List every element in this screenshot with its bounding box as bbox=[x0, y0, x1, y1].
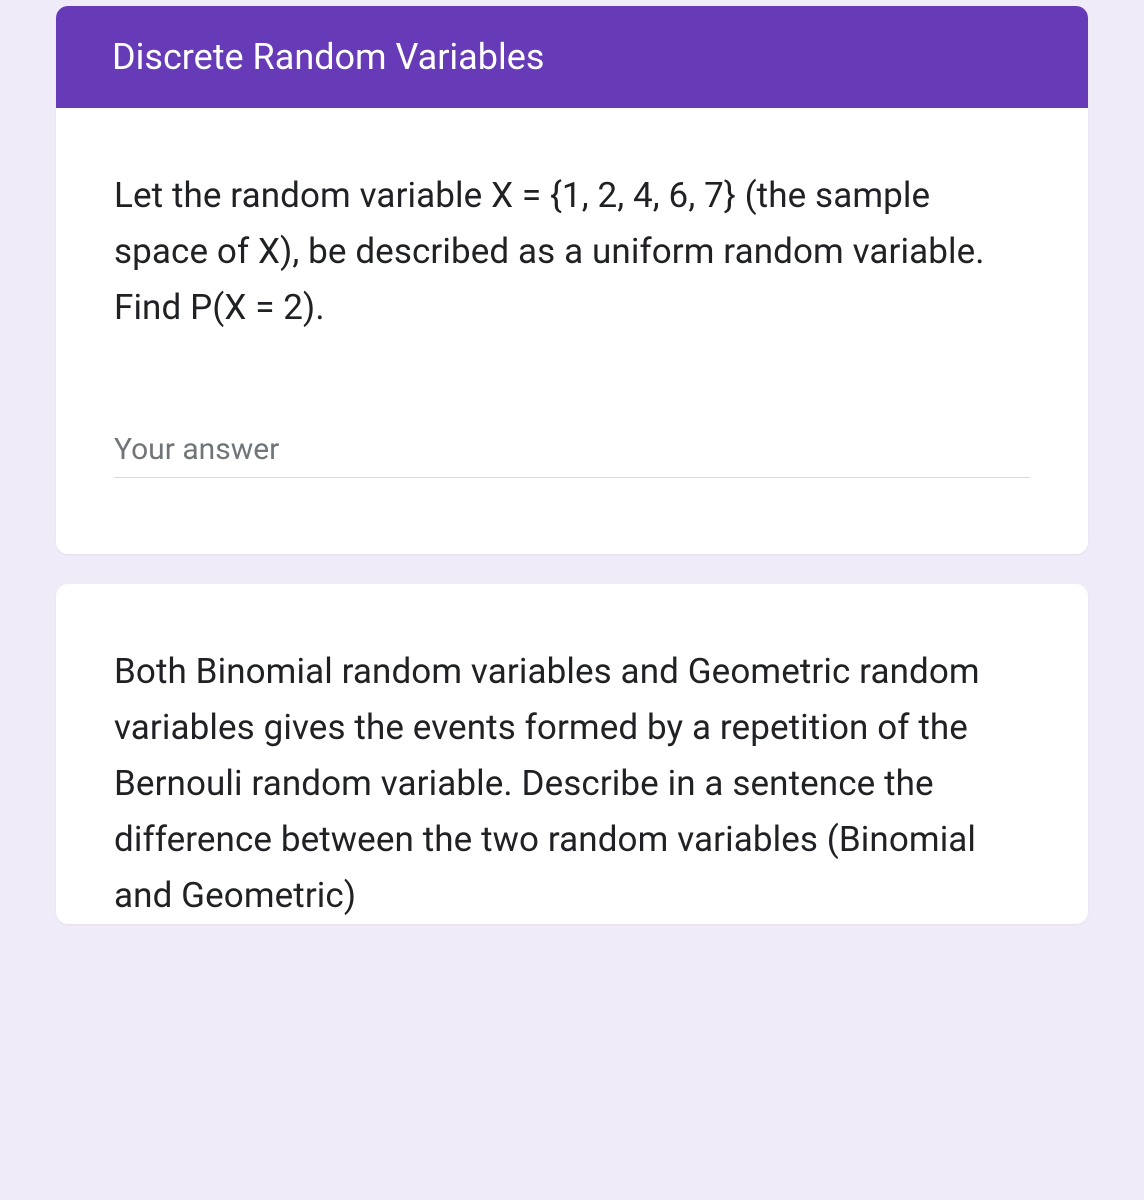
question-text-1: Let the random variable X = {1, 2, 4, 6,… bbox=[114, 168, 1030, 336]
answer-input-wrapper bbox=[114, 426, 1030, 478]
section-title: Discrete Random Variables bbox=[112, 36, 544, 78]
question-body-1: Let the random variable X = {1, 2, 4, 6,… bbox=[56, 108, 1088, 554]
section-header: Discrete Random Variables bbox=[56, 6, 1088, 108]
question-card-1: Discrete Random Variables Let the random… bbox=[56, 6, 1088, 554]
form-container: Discrete Random Variables Let the random… bbox=[0, 0, 1144, 924]
answer-input-1[interactable] bbox=[114, 426, 1030, 478]
question-text-2: Both Binomial random variables and Geome… bbox=[114, 644, 1030, 924]
question-card-2: Both Binomial random variables and Geome… bbox=[56, 584, 1088, 924]
